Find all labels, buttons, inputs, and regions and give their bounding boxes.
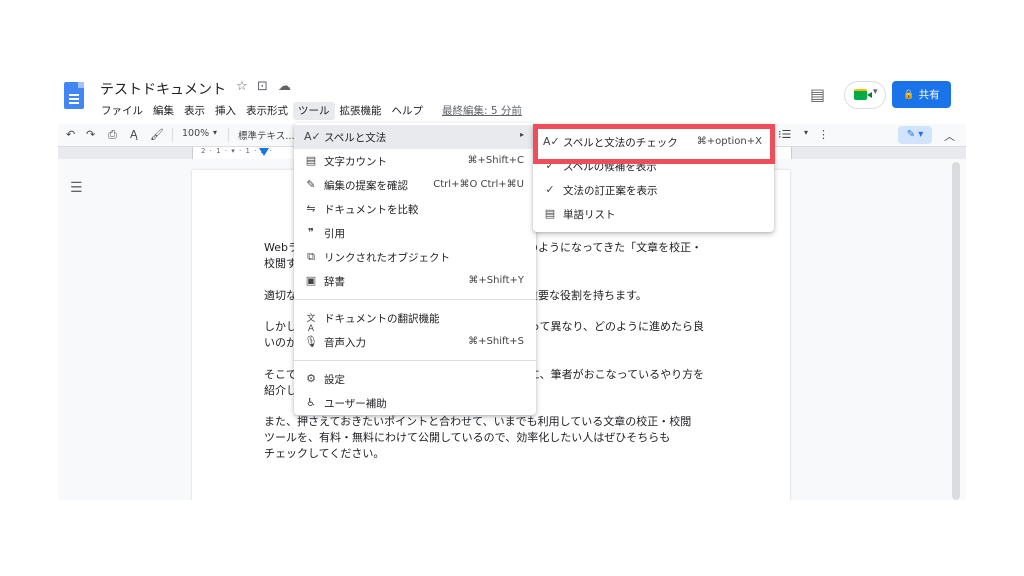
- document-outline-icon[interactable]: ☰: [70, 180, 83, 196]
- menu-item-show-grammar-suggestions[interactable]: ✓ 文法の訂正案を表示: [533, 178, 774, 202]
- word-count-icon: ▤: [305, 154, 317, 167]
- text-fragment: 紹介し: [264, 384, 297, 397]
- menubar: ファイル 編集 表示 挿入 表示形式 ツール 拡張機能 ヘルプ: [96, 102, 428, 120]
- docs-logo-icon[interactable]: [64, 82, 84, 109]
- menu-extensions[interactable]: 拡張機能: [335, 102, 387, 120]
- collapse-icon[interactable]: ︿: [944, 128, 955, 144]
- paragraph-style-select[interactable]: 標準テキス…: [238, 128, 295, 142]
- highlight-annotation-box: [533, 124, 775, 164]
- comment-history-icon[interactable]: ▤: [810, 85, 825, 104]
- menu-item-voice-typing[interactable]: 🎙 音声入力 ⌘+Shift+S: [294, 330, 536, 354]
- menu-item-review-suggestions[interactable]: ✎ 編集の提案を確認 Ctrl+⌘O Ctrl+⌘U: [294, 173, 536, 197]
- share-button[interactable]: 🔒 共有: [892, 81, 951, 108]
- citation-icon: ❞: [308, 226, 314, 239]
- shortcut: ⌘+Shift+S: [468, 336, 524, 347]
- text-fragment: いのか: [264, 336, 297, 349]
- text-fragment: 適切な: [264, 289, 297, 302]
- menu-view[interactable]: 表示: [179, 102, 210, 120]
- meet-button[interactable]: ▾: [844, 81, 886, 109]
- toolbar-divider: [228, 128, 229, 142]
- editing-mode-button[interactable]: ✎ ▾: [898, 126, 932, 144]
- more-options-icon[interactable]: ⋮: [818, 128, 829, 141]
- accessibility-icon: ♿: [306, 396, 316, 409]
- cloud-status-icon[interactable]: ☁: [278, 79, 291, 94]
- menu-item-word-count[interactable]: ▤ 文字カウント ⌘+Shift+C: [294, 149, 536, 173]
- menu-insert[interactable]: 挿入: [210, 102, 241, 120]
- text-fragment: また、押さえておきたいポイントと合わせて、いまでも利用している文章の校正・校閲: [264, 415, 692, 428]
- spelling-grammar-icon: A✓: [304, 130, 321, 143]
- meet-camera-icon: [854, 89, 872, 100]
- menu-item-translate-document[interactable]: 文A ドキュメントの翻訳機能: [294, 306, 536, 334]
- text-fragment: に、筆者がおこなっているやり方を: [529, 368, 705, 381]
- share-label: 共有: [918, 89, 940, 101]
- dictionary-list-icon: ▤: [544, 207, 556, 220]
- text-fragment: 重要な役割を持ちます。: [527, 289, 647, 302]
- paint-format-icon[interactable]: 🖌: [150, 128, 164, 141]
- menu-item-preferences[interactable]: ⚙ 設定: [294, 367, 536, 391]
- tools-menu: A✓ スペルと文法 ▸ ▤ 文字カウント ⌘+Shift+C ✎ 編集の提案を確…: [294, 123, 536, 415]
- toolbar-divider: [172, 128, 173, 142]
- document-title[interactable]: テストドキュメント: [100, 79, 226, 99]
- chevron-down-icon: ▾: [213, 128, 218, 137]
- chevron-down-icon: ▾: [873, 87, 878, 97]
- checkmark-icon: ✓: [545, 183, 555, 196]
- indent-marker[interactable]: [259, 148, 269, 156]
- menu-file[interactable]: ファイル: [96, 102, 148, 120]
- text-fragment: のようになってきた「文章を校正・: [526, 241, 703, 254]
- docs-header: テストドキュメント ☆ ⊡ ☁ ファイル 編集 表示 挿入 表示形式 ツール 拡…: [58, 72, 966, 124]
- text-fragment: って異なり、どのように進めたら良: [529, 320, 705, 333]
- list-icon[interactable]: ⁝☰: [778, 128, 791, 141]
- undo-icon[interactable]: ↶: [66, 128, 75, 141]
- review-suggestions-icon: ✎: [306, 178, 316, 191]
- submenu-arrow-icon: ▸: [519, 130, 524, 139]
- print-icon[interactable]: ⎙: [108, 128, 117, 142]
- menu-item-linked-objects[interactable]: ⧉ リンクされたオブジェクト: [294, 245, 536, 269]
- folder-move-icon[interactable]: ⊡: [257, 79, 268, 94]
- shortcut: Ctrl+⌘O Ctrl+⌘U: [433, 179, 524, 190]
- text-fragment: チェックしてください。: [264, 447, 385, 460]
- menu-divider: [294, 299, 536, 300]
- menu-item-personal-dictionary[interactable]: ▤ 単語リスト: [533, 202, 774, 226]
- zoom-select[interactable]: 100%: [182, 128, 209, 139]
- menu-item-compare-documents[interactable]: ⇋ ドキュメントを比較: [294, 197, 536, 221]
- shortcut: ⌘+Shift+Y: [468, 275, 524, 286]
- dictionary-icon: ▣: [305, 274, 317, 287]
- preferences-icon: ⚙: [306, 372, 316, 385]
- menu-format[interactable]: 表示形式: [241, 102, 293, 120]
- redo-icon[interactable]: ↷: [86, 128, 95, 141]
- text-fragment: そこで: [264, 368, 297, 381]
- last-edit-link[interactable]: 最終編集: 5 分前: [442, 103, 522, 118]
- paragraph[interactable]: また、押さえておきたいポイントと合わせて、いまでも利用している文章の校正・校閲 …: [264, 414, 724, 462]
- lock-icon: 🔒: [903, 89, 915, 100]
- text-fragment: しかし: [264, 320, 297, 333]
- text-fragment: ツールを、有料・無料にわけて公開しているので、効率化したい人はぜひそちらも: [264, 431, 671, 444]
- text-fragment: 校閲す: [264, 257, 297, 270]
- spellcheck-toolbar-icon[interactable]: Ą: [130, 128, 138, 141]
- vertical-scrollbar[interactable]: [952, 162, 960, 500]
- menu-item-spelling-grammar[interactable]: A✓ スペルと文法 ▸: [294, 125, 536, 149]
- menu-edit[interactable]: 編集: [148, 102, 179, 120]
- menu-item-dictionary[interactable]: ▣ 辞書 ⌘+Shift+Y: [294, 269, 536, 293]
- linked-objects-icon: ⧉: [307, 250, 315, 263]
- shortcut: ⌘+Shift+C: [467, 155, 524, 166]
- menu-divider: [294, 360, 536, 361]
- chevron-down-icon: ▾: [804, 128, 809, 137]
- menu-item-citations[interactable]: ❞ 引用: [294, 221, 536, 245]
- menu-item-accessibility[interactable]: ♿ ユーザー補助: [294, 391, 536, 415]
- compare-documents-icon: ⇋: [306, 202, 316, 215]
- microphone-icon: 🎙: [304, 335, 318, 348]
- menu-tools[interactable]: ツール: [293, 102, 335, 120]
- menu-help[interactable]: ヘルプ: [387, 102, 429, 120]
- star-icon[interactable]: ☆: [236, 79, 248, 94]
